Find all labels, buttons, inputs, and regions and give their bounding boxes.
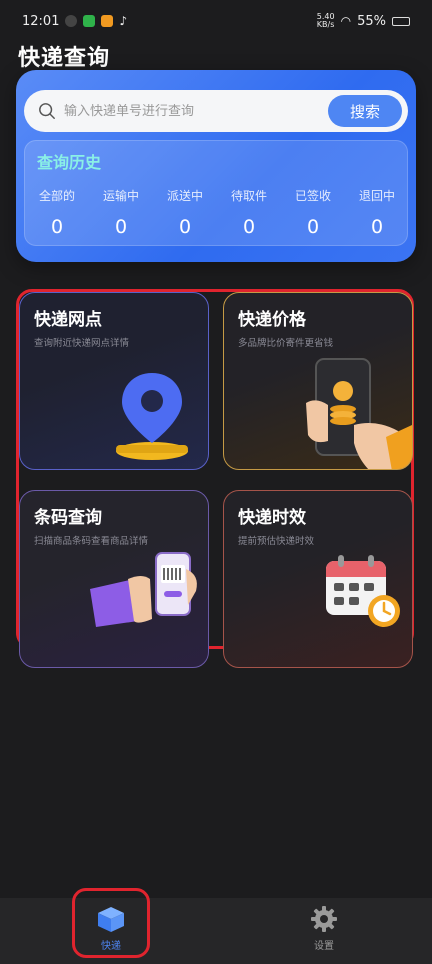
- stat-label: 全部的: [38, 189, 75, 203]
- gear-icon: [311, 906, 337, 932]
- tile-delivery-time[interactable]: 快递时效 提前预估快递时效: [223, 490, 413, 668]
- stat-in-transit[interactable]: 运输中 0: [89, 187, 153, 238]
- tile-title: 条码查询: [34, 508, 102, 528]
- battery-icon: [392, 16, 410, 26]
- stat-value: 0: [306, 216, 320, 238]
- wifi-icon: ◠: [340, 14, 352, 28]
- stat-value: 0: [114, 216, 128, 238]
- stat-label: 待取件: [230, 189, 267, 203]
- nav-label: 设置: [314, 941, 334, 952]
- nav-label: 快递: [101, 941, 121, 952]
- network-speed: 5.40 KB/s: [316, 12, 335, 29]
- tile-barcode-query[interactable]: 条码查询 扫描商品条码查看商品详情: [19, 490, 209, 668]
- tracking-number-input[interactable]: [64, 103, 314, 119]
- history-title: 查询历史: [37, 153, 102, 172]
- app-icon: [83, 15, 96, 27]
- notification-icon: [65, 15, 78, 27]
- stat-value: 0: [178, 216, 192, 238]
- barcode-scan-icon: [90, 552, 197, 627]
- stat-all[interactable]: 全部的 0: [25, 187, 89, 238]
- query-history-panel: 查询历史 全部的 0 运输中 0 派送中 0 待取件 0 已签收 0 退回中 0: [24, 140, 408, 246]
- battery-level: 55%: [357, 13, 386, 29]
- stat-label: 派送中: [166, 189, 203, 203]
- calendar-clock-icon: [326, 555, 400, 627]
- hand-phone-coins-icon: [306, 358, 412, 469]
- stat-signed[interactable]: 已签收 0: [281, 187, 345, 238]
- search-button[interactable]: 搜索: [328, 95, 402, 127]
- tile-subtitle: 多品牌比价寄件更省钱: [238, 338, 334, 349]
- tile-express-price[interactable]: 快递价格 多品牌比价寄件更省钱: [223, 292, 413, 470]
- stat-value: 0: [242, 216, 256, 238]
- tile-title: 快递时效: [238, 508, 306, 528]
- tile-subtitle: 提前预估快递时效: [238, 536, 315, 547]
- search-card: 搜索 查询历史 全部的 0 运输中 0 派送中 0 待取件 0 已签收 0: [16, 70, 416, 262]
- bottom-navigation: [0, 898, 432, 964]
- feature-grid: 快递网点 查询附近快递网点详情 快递价格 多品牌比价寄件更省钱 条码查询 扫描商…: [16, 289, 414, 668]
- stat-returning[interactable]: 退回中 0: [345, 187, 409, 238]
- weibo-icon: [101, 15, 114, 27]
- tile-subtitle: 查询附近快递网点详情: [34, 338, 130, 349]
- search-icon: [39, 103, 55, 119]
- page-title: 快递查询: [18, 46, 111, 71]
- stat-awaiting-pickup[interactable]: 待取件 0: [217, 187, 281, 238]
- status-bar: 12:01 ♪ 5.40 KB/s ◠ 55%: [0, 0, 432, 42]
- stat-label: 运输中: [102, 189, 139, 203]
- stat-label: 已签收: [294, 189, 331, 203]
- stat-value: 0: [50, 216, 64, 238]
- nav-tab-express[interactable]: 快递: [72, 888, 150, 958]
- tiktok-icon: ♪: [119, 14, 128, 28]
- tile-subtitle: 扫描商品条码查看商品详情: [34, 536, 149, 547]
- stat-value: 0: [370, 216, 384, 238]
- stat-delivering[interactable]: 派送中 0: [153, 187, 217, 238]
- tile-title: 快递价格: [238, 310, 306, 330]
- location-pin-icon: [116, 373, 188, 460]
- nav-tab-settings[interactable]: 设置: [300, 905, 348, 952]
- tile-express-outlets[interactable]: 快递网点 查询附近快递网点详情: [19, 292, 209, 470]
- stat-label: 退回中: [358, 189, 395, 203]
- box-icon: [98, 907, 124, 932]
- search-bar[interactable]: 搜索: [24, 90, 408, 132]
- status-time: 12:01: [22, 13, 60, 29]
- tile-title: 快递网点: [34, 310, 102, 330]
